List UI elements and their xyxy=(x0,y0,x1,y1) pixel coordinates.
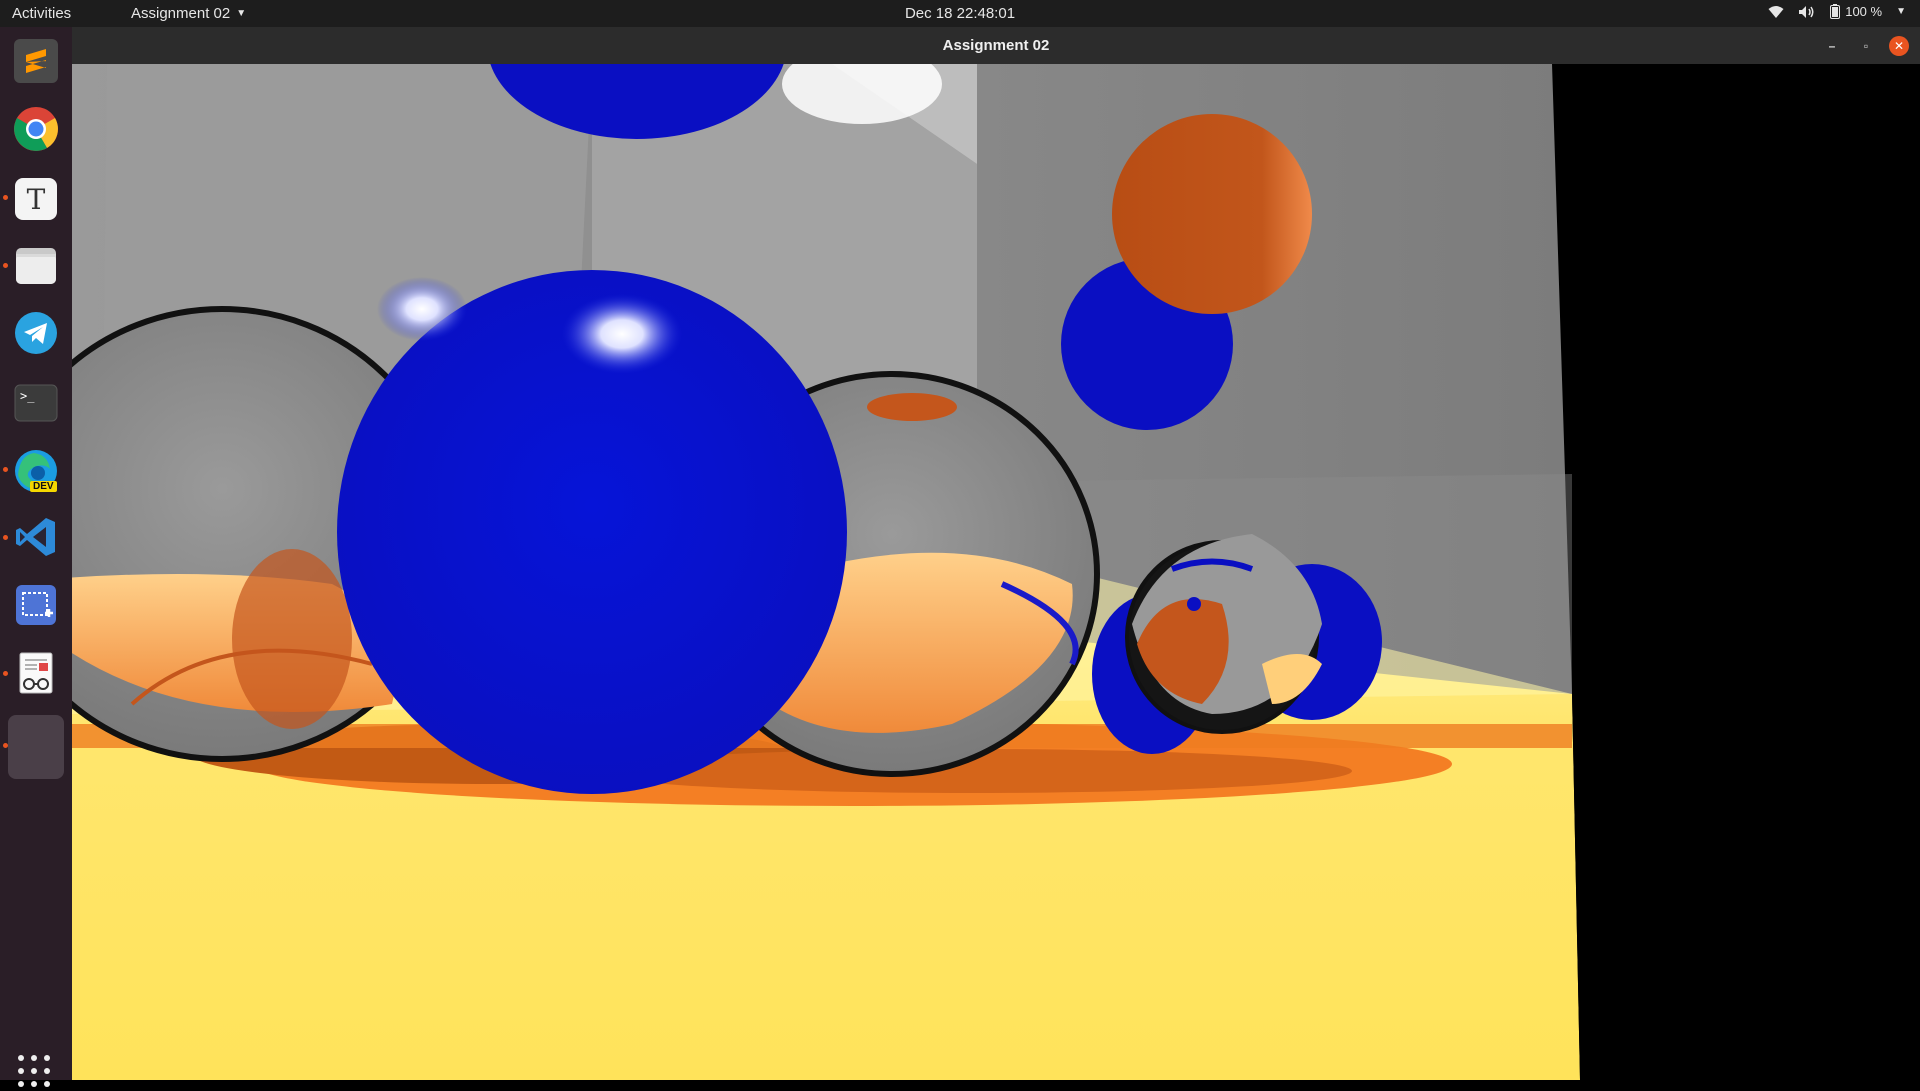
close-button[interactable]: ✕ xyxy=(1889,36,1909,56)
battery-percent: 100 % xyxy=(1845,4,1883,19)
chevron-down-icon: ▼ xyxy=(236,8,247,19)
dock-text-editor[interactable]: T xyxy=(8,171,64,227)
dock-screenshot[interactable] xyxy=(8,579,64,635)
vscode-icon xyxy=(13,514,59,565)
document-viewer-icon xyxy=(13,650,59,701)
text-editor-icon: T xyxy=(13,176,59,222)
minimize-button[interactable]: – xyxy=(1822,36,1842,56)
dock: T >_ DEV xyxy=(0,27,72,1087)
dock-document-viewer[interactable] xyxy=(8,647,64,703)
battery-indicator: 100 % xyxy=(1830,4,1882,19)
terminal-prompt: >_ xyxy=(20,389,35,403)
dock-vscode[interactable] xyxy=(8,511,64,567)
chrome-icon xyxy=(12,105,60,158)
activities-button[interactable]: Activities xyxy=(12,5,71,22)
app-window: Assignment 02 – ▫ ✕ xyxy=(0,0,1920,1080)
terminal-icon: >_ xyxy=(13,383,59,423)
sublime-text-icon xyxy=(12,37,60,90)
dock-telegram[interactable] xyxy=(8,307,64,363)
dock-sublime-text[interactable] xyxy=(8,35,64,91)
top-bar: Activities Assignment 02 ▼ Dec 18 22:48:… xyxy=(0,0,1920,27)
window-titlebar[interactable]: Assignment 02 – ▫ ✕ xyxy=(72,27,1920,64)
dev-badge: DEV xyxy=(30,481,57,492)
maximize-button[interactable]: ▫ xyxy=(1856,36,1876,56)
volume-icon xyxy=(1798,5,1816,19)
text-editor-letter: T xyxy=(26,183,46,216)
dock-edge-dev[interactable]: DEV xyxy=(8,443,64,499)
dock-chrome[interactable] xyxy=(8,103,64,159)
edge-dev-icon: DEV xyxy=(12,447,60,495)
battery-icon xyxy=(1830,4,1841,19)
files-icon xyxy=(13,242,59,293)
wifi-icon xyxy=(1768,5,1784,19)
app-menu-label: Assignment 02 xyxy=(131,5,231,22)
clock[interactable]: Dec 18 22:48:01 xyxy=(905,5,1015,22)
window-title: Assignment 02 xyxy=(942,37,1050,54)
system-tray[interactable]: 100 % ▼ xyxy=(1768,4,1906,19)
render-canvas[interactable] xyxy=(0,0,1920,1080)
telegram-icon xyxy=(13,310,59,361)
minimize-icon: – xyxy=(1828,39,1836,53)
dock-files[interactable] xyxy=(8,239,64,295)
dock-terminal[interactable]: >_ xyxy=(8,375,64,431)
close-icon: ✕ xyxy=(1893,39,1905,53)
show-applications-button[interactable] xyxy=(18,1055,54,1091)
app-menu[interactable]: Assignment 02 ▼ xyxy=(131,5,246,22)
system-menu-chevron-icon: ▼ xyxy=(1896,6,1906,17)
dock-active-app[interactable] xyxy=(8,715,64,779)
raytraced-scene xyxy=(0,0,1920,1080)
screenshot-icon xyxy=(13,582,59,633)
maximize-icon: ▫ xyxy=(1863,39,1869,53)
